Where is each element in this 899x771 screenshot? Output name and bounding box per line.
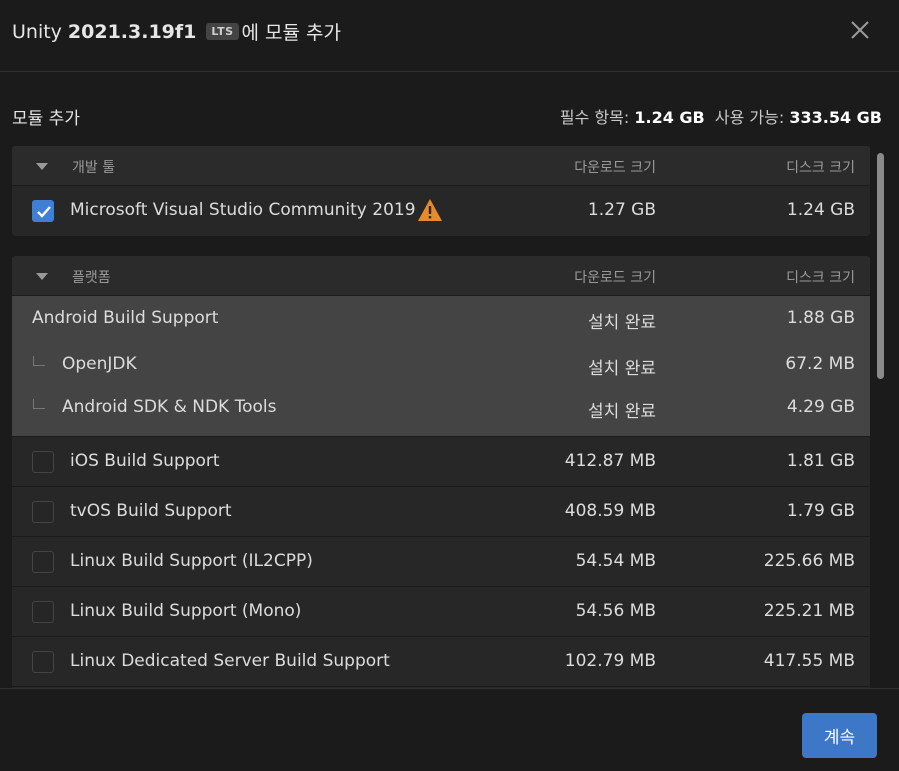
module-name: Microsoft Visual Studio Community 2019	[70, 200, 416, 220]
disk-size: 1.88 GB	[786, 308, 855, 328]
tree-connector-icon	[33, 356, 45, 366]
disk-size: 1.81 GB	[786, 451, 855, 471]
warning-icon[interactable]	[417, 198, 443, 222]
close-icon	[851, 21, 869, 39]
collapse-triangle-icon[interactable]	[36, 273, 48, 280]
module-name: Android Build Support	[32, 308, 219, 328]
disk-size: 1.24 GB	[786, 200, 855, 220]
install-status: 설치 완료	[588, 359, 656, 379]
module-row-vs2019[interactable]: Microsoft Visual Studio Community 2019 1…	[12, 186, 870, 236]
module-name: OpenJDK	[62, 354, 137, 374]
dev-tools-section: 개발 툴 다운로드 크기 디스크 크기 Microsoft Visual Stu…	[12, 146, 870, 236]
module-checkbox[interactable]	[32, 651, 54, 673]
module-row-linux-server[interactable]: Linux Dedicated Server Build Support 102…	[12, 637, 870, 687]
required-label: 필수 항목:	[559, 108, 630, 127]
available-value: 333.54 GB	[789, 108, 882, 127]
footer: 계속	[0, 688, 899, 771]
collapse-triangle-icon[interactable]	[36, 163, 48, 170]
download-size-header: 다운로드 크기	[574, 160, 656, 176]
download-size: 54.56 MB	[575, 601, 656, 621]
checkmark-icon	[37, 206, 51, 218]
module-checkbox[interactable]	[32, 551, 54, 573]
module-checkbox[interactable]	[32, 601, 54, 623]
module-list[interactable]: 개발 툴 다운로드 크기 디스크 크기 Microsoft Visual Stu…	[0, 145, 899, 688]
close-button[interactable]	[847, 17, 873, 43]
scrollbar-thumb[interactable]	[877, 153, 884, 379]
disk-size-header: 디스크 크기	[786, 270, 855, 286]
module-name: Linux Build Support (Mono)	[70, 601, 302, 621]
module-row-linux-il2cpp[interactable]: Linux Build Support (IL2CPP) 54.54 MB 22…	[12, 537, 870, 587]
module-checkbox[interactable]	[32, 501, 54, 523]
installed-submodule-row: OpenJDK 설치 완료 67.2 MB	[12, 342, 870, 385]
window-title: Unity 2021.3.19f1 LTS 에 모듈 추가	[12, 18, 341, 45]
download-size: 408.59 MB	[564, 501, 656, 521]
platforms-section: 플랫폼 다운로드 크기 디스크 크기 Android Build Support…	[12, 256, 870, 688]
module-row-ios[interactable]: iOS Build Support 412.87 MB 1.81 GB	[12, 437, 870, 487]
title-prefix: Unity	[12, 20, 62, 43]
download-size: 102.79 MB	[564, 651, 656, 671]
title-bar: Unity 2021.3.19f1 LTS 에 모듈 추가	[0, 0, 899, 72]
installed-module-row: Android Build Support 설치 완료 1.88 GB	[12, 296, 870, 342]
platforms-header[interactable]: 플랫폼 다운로드 크기 디스크 크기	[12, 256, 870, 296]
installed-submodule-row: Android SDK & NDK Tools 설치 완료 4.29 GB	[12, 385, 870, 436]
module-name: Linux Dedicated Server Build Support	[70, 651, 390, 671]
module-checkbox[interactable]	[32, 200, 54, 222]
disk-size-header: 디스크 크기	[786, 160, 855, 176]
module-row-linux-mono[interactable]: Linux Build Support (Mono) 54.56 MB 225.…	[12, 587, 870, 637]
title-suffix: 에 모듈 추가	[241, 22, 341, 44]
unity-version: 2021.3.19f1	[67, 20, 197, 43]
disk-size: 225.21 MB	[763, 601, 855, 621]
download-size: 1.27 GB	[587, 200, 656, 220]
disk-size: 67.2 MB	[785, 354, 855, 374]
module-name: tvOS Build Support	[70, 501, 232, 521]
download-size: 54.54 MB	[575, 551, 656, 571]
download-size: 412.87 MB	[564, 451, 656, 471]
section-name: 플랫폼	[72, 270, 111, 286]
module-row-tvos[interactable]: tvOS Build Support 408.59 MB 1.79 GB	[12, 487, 870, 537]
tree-connector-icon	[33, 399, 45, 409]
installed-module-group: Android Build Support 설치 완료 1.88 GB Open…	[12, 296, 870, 437]
disk-size: 417.55 MB	[763, 651, 855, 671]
required-value: 1.24 GB	[634, 108, 705, 127]
dev-tools-header[interactable]: 개발 툴 다운로드 크기 디스크 크기	[12, 146, 870, 186]
disk-size: 4.29 GB	[786, 397, 855, 417]
download-size-header: 다운로드 크기	[574, 270, 656, 286]
disk-size: 1.79 GB	[786, 501, 855, 521]
install-status: 설치 완료	[588, 313, 656, 333]
available-label: 사용 가능:	[714, 108, 785, 127]
section-title: 모듈 추가	[12, 109, 80, 129]
module-name: Android SDK & NDK Tools	[62, 397, 277, 417]
disk-space-summary: 필수 항목: 1.24 GB 사용 가능: 333.54 GB	[560, 104, 882, 128]
module-checkbox[interactable]	[32, 451, 54, 473]
section-name: 개발 툴	[72, 160, 116, 176]
disk-size: 225.66 MB	[763, 551, 855, 571]
lts-badge: LTS	[206, 23, 239, 40]
module-name: iOS Build Support	[70, 451, 220, 471]
install-status: 설치 완료	[588, 402, 656, 422]
module-name: Linux Build Support (IL2CPP)	[70, 551, 313, 571]
continue-button[interactable]: 계속	[802, 713, 877, 758]
